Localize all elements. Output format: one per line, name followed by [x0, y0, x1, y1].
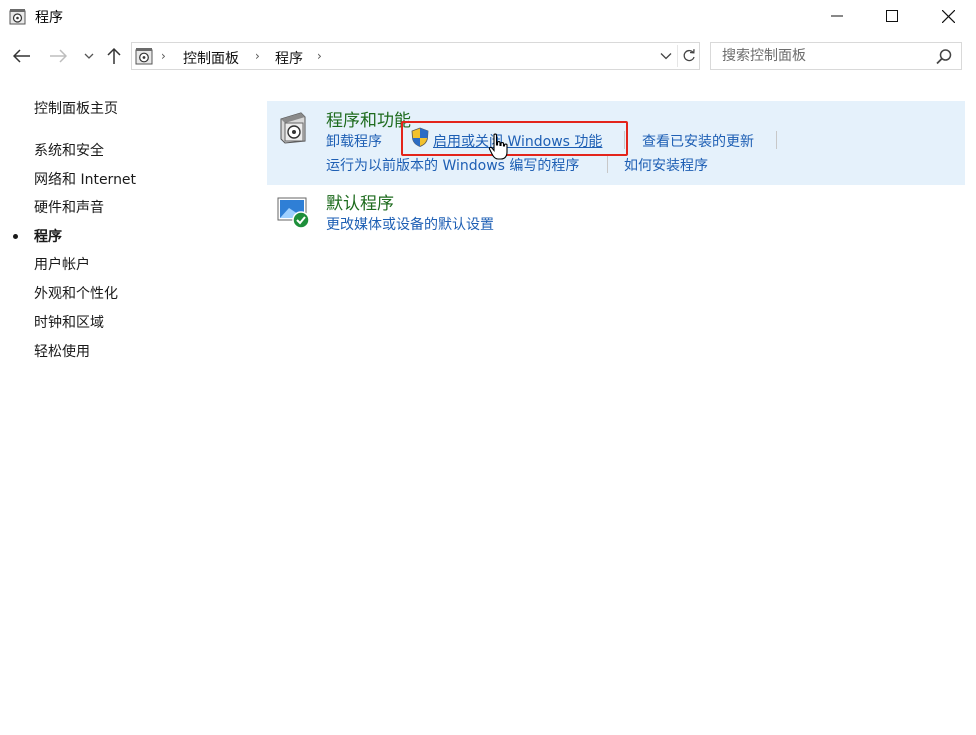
- category-default-programs: 默认程序 更改媒体或设备的默认设置: [267, 185, 965, 245]
- forward-button[interactable]: [44, 44, 72, 68]
- link-change-media-defaults[interactable]: 更改媒体或设备的默认设置: [326, 214, 494, 234]
- sidebar-item-home[interactable]: 控制面板主页: [34, 98, 118, 118]
- link-run-older-programs[interactable]: 运行为以前版本的 Windows 编写的程序: [326, 155, 579, 175]
- link-view-installed-updates[interactable]: 查看已安装的更新: [642, 131, 754, 151]
- address-bar[interactable]: › 控制面板 › 程序 ›: [131, 42, 700, 70]
- arrow-left-icon: [13, 49, 30, 63]
- refresh-button[interactable]: [677, 45, 699, 67]
- minimize-button[interactable]: [809, 0, 865, 32]
- programs-features-icon: [280, 112, 306, 144]
- breadcrumb-chevron[interactable]: ›: [317, 49, 322, 63]
- window-title: 程序: [35, 10, 63, 26]
- breadcrumb-chevron[interactable]: ›: [161, 49, 166, 63]
- close-button[interactable]: [920, 0, 976, 32]
- annotation-highlight-box: [401, 121, 628, 156]
- hand-cursor-icon: [488, 133, 508, 160]
- active-item-bullet: [13, 234, 18, 239]
- category-title-programs-features[interactable]: 程序和功能: [326, 106, 411, 131]
- search-input[interactable]: [711, 43, 931, 69]
- arrow-right-icon: [50, 49, 67, 63]
- maximize-button[interactable]: [864, 0, 920, 32]
- sidebar-item-network-internet[interactable]: 网络和 Internet: [34, 169, 136, 189]
- sidebar-item-appearance[interactable]: 外观和个性化: [34, 283, 118, 303]
- address-dropdown-button[interactable]: [656, 45, 676, 67]
- refresh-icon: [683, 49, 695, 62]
- sidebar-item-system-security[interactable]: 系统和安全: [34, 140, 104, 160]
- link-uninstall-program[interactable]: 卸载程序: [326, 131, 382, 151]
- chevron-down-icon: [660, 53, 672, 60]
- maximize-icon: [886, 10, 898, 22]
- breadcrumb-chevron[interactable]: ›: [255, 49, 260, 63]
- link-separator: [607, 155, 608, 173]
- arrow-up-icon: [107, 47, 121, 64]
- search-icon[interactable]: [935, 48, 953, 66]
- close-icon: [941, 9, 955, 23]
- title-bar: 程序: [0, 0, 976, 34]
- up-button[interactable]: [101, 44, 127, 68]
- default-programs-icon: [277, 197, 310, 229]
- chevron-down-icon: [84, 53, 94, 59]
- recent-locations-button[interactable]: [80, 44, 98, 68]
- search-box[interactable]: [710, 42, 962, 70]
- sidebar-item-ease-of-access[interactable]: 轻松使用: [34, 341, 90, 361]
- link-how-to-install[interactable]: 如何安装程序: [624, 155, 708, 175]
- sidebar-item-user-accounts[interactable]: 用户帐户: [34, 254, 90, 274]
- sidebar-item-clock-region[interactable]: 时钟和区域: [34, 312, 104, 332]
- minimize-icon: [831, 15, 843, 17]
- breadcrumb-control-panel[interactable]: 控制面板: [183, 48, 239, 68]
- programs-icon: [9, 9, 26, 25]
- programs-icon: [135, 48, 153, 65]
- breadcrumb-programs[interactable]: 程序: [275, 48, 303, 68]
- category-title-default-programs[interactable]: 默认程序: [326, 189, 394, 214]
- back-button[interactable]: [8, 44, 36, 68]
- sidebar-item-programs[interactable]: 程序: [34, 226, 62, 246]
- sidebar-item-hardware-sound[interactable]: 硬件和声音: [34, 197, 104, 217]
- link-separator: [776, 131, 777, 149]
